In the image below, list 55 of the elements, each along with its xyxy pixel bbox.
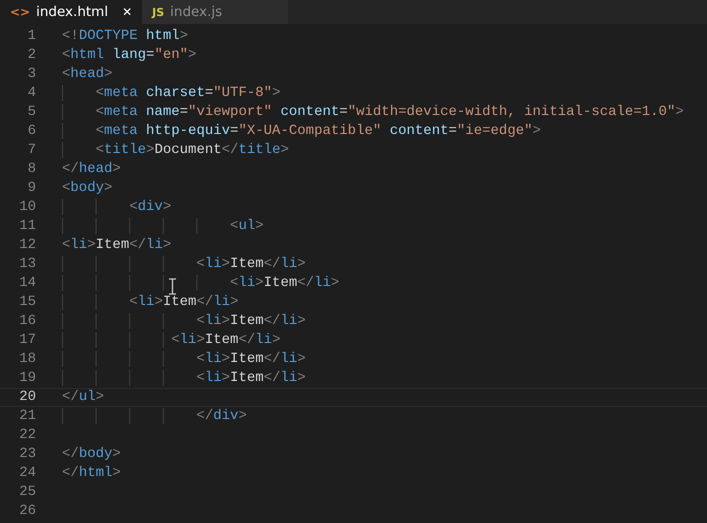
line-number: 11	[18, 218, 36, 235]
code-line: <ul>	[62, 218, 264, 235]
line-number: 8	[26, 161, 36, 178]
line-number: 1	[26, 28, 36, 45]
code-line: <li>Item</li>	[62, 256, 306, 273]
close-icon[interactable]: ✕	[122, 5, 132, 19]
line-number: 23	[18, 446, 36, 463]
text-cursor-icon	[168, 278, 177, 295]
line-number: 21	[18, 408, 36, 425]
line-number: 18	[18, 351, 36, 368]
code-line: <li>Item</li>	[62, 275, 340, 292]
code-line: </body>	[62, 446, 121, 463]
code-line: <li>Item</li>	[62, 313, 306, 330]
code-line: <head>	[62, 66, 112, 83]
line-number: 2	[26, 47, 36, 64]
code-line: </head>	[62, 161, 121, 178]
line-number: 20	[18, 389, 36, 406]
code-line: <title>Document</title>	[62, 142, 289, 159]
code-line: <meta http-equiv="X-UA-Compatible" content="ie=edge">	[62, 123, 541, 140]
code-line: <body>	[62, 180, 112, 197]
code-line: </ul>	[62, 389, 104, 406]
line-number: 26	[18, 503, 36, 520]
file-tab[interactable]: <> index.html ✕	[0, 0, 142, 24]
code-line: <li>Item</li>	[62, 370, 306, 387]
js-file-icon: JS	[152, 6, 164, 18]
line-number: 13	[18, 256, 36, 273]
code-line: <li>Item</li>	[62, 294, 238, 311]
line-number: 14	[18, 275, 36, 292]
line-number: 6	[26, 123, 36, 140]
code-line: </div>	[62, 408, 247, 425]
line-number: 24	[18, 465, 36, 482]
code-line: <!DOCTYPE html>	[62, 28, 188, 45]
code-line: <div>	[62, 199, 172, 216]
line-number: 7	[26, 142, 36, 159]
code-line: </html>	[62, 465, 121, 482]
line-number: 17	[18, 332, 36, 349]
line-number: 12	[18, 237, 36, 254]
code-line: <li>Item</li>	[62, 351, 306, 368]
line-number: 25	[18, 484, 36, 501]
code-line: <meta name="viewport" content="width=device-width, initial-scale=1.0">	[62, 104, 684, 121]
line-number: 5	[26, 104, 36, 121]
code-line: <meta charset="UTF-8">	[62, 85, 280, 102]
file-tab[interactable]: JS index.js	[142, 0, 288, 24]
line-number: 4	[26, 85, 36, 102]
code-line: <li>Item</li>	[62, 332, 280, 349]
line-number: 9	[26, 180, 36, 197]
code-line: <li>Item</li>	[62, 237, 172, 254]
line-number: 22	[18, 427, 36, 444]
line-number: 10	[18, 199, 36, 216]
line-number: 3	[26, 66, 36, 83]
line-number: 16	[18, 313, 36, 330]
code-line: <html lang="en">	[62, 47, 196, 64]
code-brackets-icon: <>	[10, 5, 30, 19]
line-number: 15	[18, 294, 36, 311]
line-number: 19	[18, 370, 36, 387]
